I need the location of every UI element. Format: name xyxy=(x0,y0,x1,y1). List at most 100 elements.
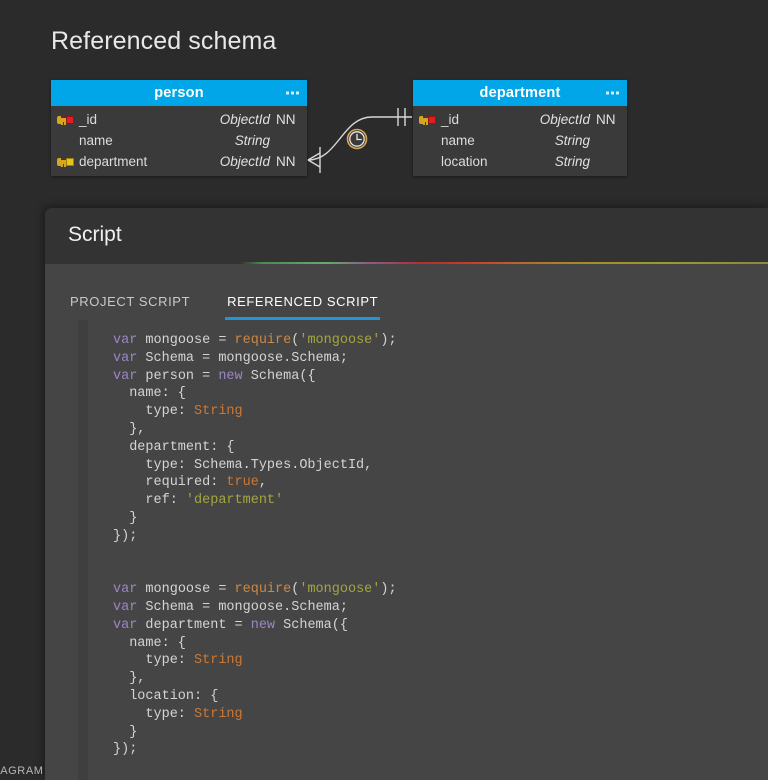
primary-key-icon xyxy=(57,115,79,125)
code-token: , xyxy=(258,475,267,491)
code-token: } xyxy=(113,724,138,740)
code-token: department: { xyxy=(113,439,235,455)
code-token: location: { xyxy=(113,688,219,704)
attribute-type: String xyxy=(554,154,590,169)
code-line: var Schema = mongoose.Schema; xyxy=(113,350,397,368)
script-panel-title: Script xyxy=(68,223,122,246)
code-line: var person = new Schema({ xyxy=(113,368,397,386)
entity-department-header[interactable]: department xyxy=(413,80,627,106)
code-token: var xyxy=(113,617,138,633)
attribute-row[interactable]: location String xyxy=(413,151,627,172)
attribute-type: String xyxy=(554,133,590,148)
attribute-type: ObjectId xyxy=(219,154,270,169)
tab-referenced-script-label: REFERENCED SCRIPT xyxy=(227,294,379,309)
code-token: type: Schema.Types.ObjectId, xyxy=(113,457,373,473)
code-line: name: { xyxy=(113,385,397,403)
entity-person-header[interactable]: person xyxy=(51,80,307,106)
attribute-name: _id xyxy=(79,112,98,127)
clock-icon[interactable] xyxy=(346,128,368,150)
entity-person-attributes: _id ObjectId NN name String department O… xyxy=(51,106,307,176)
code-token: 'mongoose' xyxy=(299,582,381,598)
code-line: type: String xyxy=(113,403,397,421)
code-token: }); xyxy=(113,742,138,758)
code-token: true xyxy=(226,475,259,491)
code-token: mongoose xyxy=(137,582,219,598)
attribute-row[interactable]: name String xyxy=(51,130,307,151)
code-token: var xyxy=(113,368,138,384)
attribute-row[interactable]: department ObjectId NN xyxy=(51,151,307,172)
code-token: ref: xyxy=(113,493,186,509)
code-line: var mongoose = require('mongoose'); xyxy=(113,581,397,599)
code-token: }); xyxy=(113,528,138,544)
page-title: Referenced schema xyxy=(51,27,277,55)
code-token: } xyxy=(113,510,138,526)
foreign-key-icon xyxy=(57,157,79,167)
attribute-name: department xyxy=(79,154,148,169)
code-content[interactable]: var mongoose = require('mongoose'); var S… xyxy=(113,332,397,759)
code-token: String xyxy=(194,404,243,420)
code-token: var xyxy=(113,350,138,366)
code-token: name: { xyxy=(113,635,186,651)
code-line: var department = new Schema({ xyxy=(113,617,397,635)
relationship-connector[interactable] xyxy=(300,95,420,175)
attribute-type: ObjectId xyxy=(539,112,590,127)
attribute-not-null: NN xyxy=(596,112,616,127)
tab-referenced-script[interactable]: REFERENCED SCRIPT xyxy=(225,294,381,320)
code-token: = xyxy=(218,582,235,598)
bottom-tab-diagram[interactable]: DIAGRAM xyxy=(0,762,45,780)
entity-department-attributes: _id ObjectId NN name String location Str… xyxy=(413,106,627,176)
code-token: type: xyxy=(113,706,195,722)
attribute-row[interactable]: _id ObjectId NN xyxy=(51,109,307,130)
code-token: department = xyxy=(137,617,251,633)
code-token: var xyxy=(113,599,138,615)
code-token: = xyxy=(218,333,235,348)
attribute-not-null: NN xyxy=(276,112,296,127)
code-token: 'mongoose' xyxy=(299,333,381,348)
code-line: } xyxy=(113,724,397,742)
code-token: ); xyxy=(380,582,397,598)
primary-key-icon xyxy=(419,115,441,125)
code-line: }); xyxy=(113,528,397,546)
ellipsis-icon[interactable] xyxy=(286,91,299,95)
code-token: name: { xyxy=(113,386,186,402)
code-token: required: xyxy=(113,475,227,491)
code-token: mongoose xyxy=(137,333,219,348)
attribute-name: name xyxy=(441,133,475,148)
code-token: new xyxy=(250,617,276,633)
code-token: Schema = mongoose.Schema; xyxy=(137,599,348,615)
code-token: String xyxy=(194,653,243,669)
script-panel-header: Script xyxy=(45,208,768,262)
code-token: var xyxy=(113,582,138,598)
code-line: }, xyxy=(113,421,397,439)
code-token: }, xyxy=(113,671,146,687)
code-token: }, xyxy=(113,421,146,437)
code-line: var mongoose = require('mongoose'); xyxy=(113,332,397,350)
ellipsis-icon[interactable] xyxy=(606,91,619,95)
code-token: ); xyxy=(380,333,397,348)
code-token: new xyxy=(218,368,243,384)
attribute-row[interactable]: _id ObjectId NN xyxy=(413,109,627,130)
code-gutter xyxy=(78,320,88,780)
entity-department-title: department xyxy=(479,85,561,101)
tab-project-script[interactable]: PROJECT SCRIPT xyxy=(68,294,192,320)
code-token: type: xyxy=(113,404,195,420)
script-panel: Script PROJECT SCRIPT REFERENCED SCRIPT … xyxy=(45,208,768,780)
entity-person-title: person xyxy=(154,85,204,101)
app-root: Referenced schema person _id ObjectId NN xyxy=(0,0,768,780)
entity-person[interactable]: person _id ObjectId NN name String depar… xyxy=(51,80,307,176)
attribute-not-null: NN xyxy=(276,154,296,169)
code-line: }); xyxy=(113,741,397,759)
code-token: 'department' xyxy=(185,493,284,509)
code-line: type: Schema.Types.ObjectId, xyxy=(113,457,397,475)
attribute-type: ObjectId xyxy=(219,112,270,127)
code-token: Schema({ xyxy=(242,368,316,384)
code-editor[interactable]: var mongoose = require('mongoose'); var S… xyxy=(45,320,768,780)
entity-department[interactable]: department _id ObjectId NN name String l… xyxy=(413,80,627,176)
code-token: require xyxy=(234,333,292,348)
attribute-row[interactable]: name String xyxy=(413,130,627,151)
code-token: Schema({ xyxy=(275,617,348,633)
code-line: required: true, xyxy=(113,474,397,492)
schema-diagram-canvas[interactable]: Referenced schema person _id ObjectId NN xyxy=(0,0,768,215)
code-line: name: { xyxy=(113,635,397,653)
